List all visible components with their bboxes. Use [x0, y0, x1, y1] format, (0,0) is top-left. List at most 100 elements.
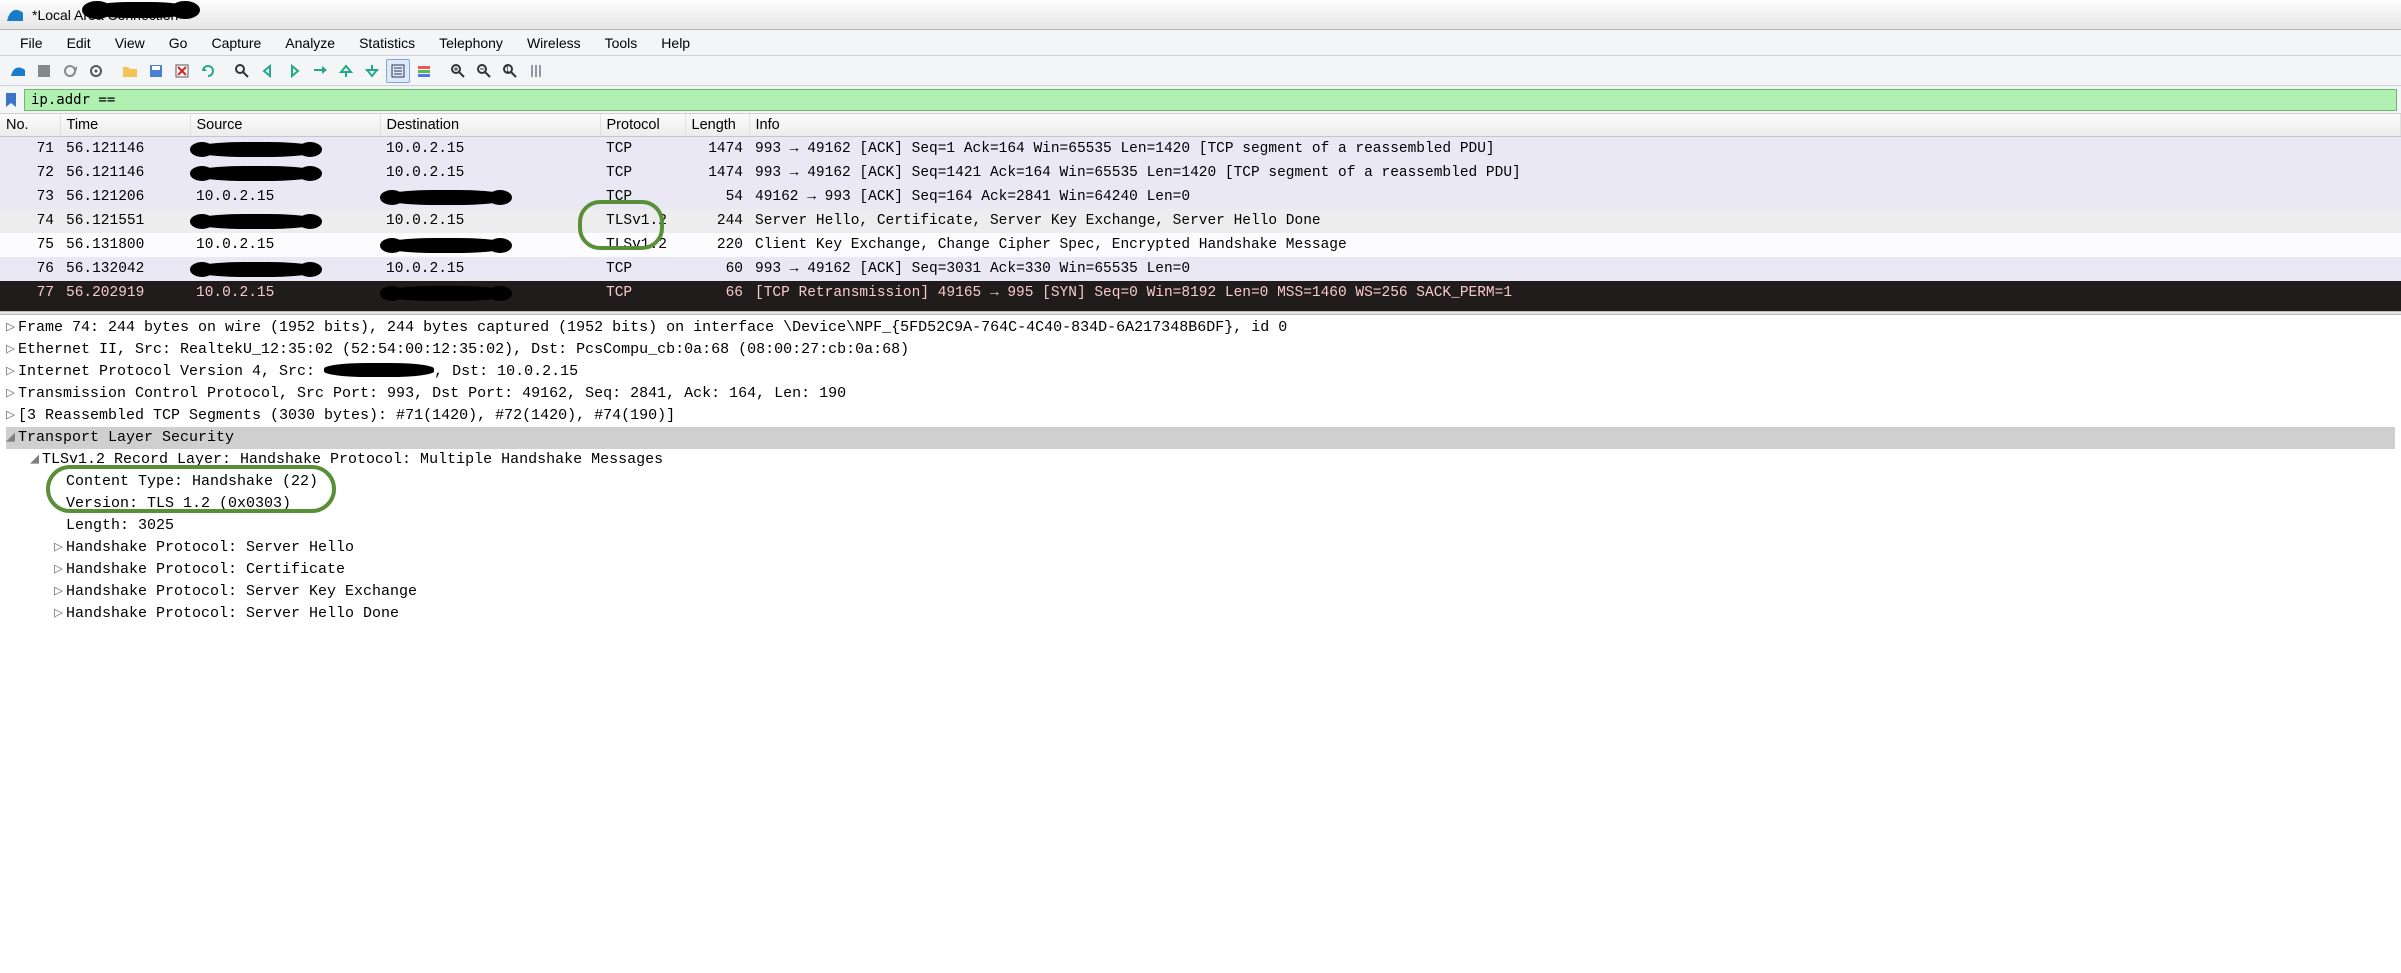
menu-capture[interactable]: Capture: [199, 33, 273, 53]
zoom-reset-icon[interactable]: 1: [498, 59, 522, 83]
packet-list-pane[interactable]: No. Time Source Destination Protocol Len…: [0, 114, 2401, 311]
colorize-icon[interactable]: [412, 59, 436, 83]
go-last-icon[interactable]: [360, 59, 384, 83]
go-back-icon[interactable]: [256, 59, 280, 83]
cell-protocol: TCP: [600, 281, 685, 305]
menu-statistics[interactable]: Statistics: [347, 33, 427, 53]
detail-content-type[interactable]: Content Type: Handshake (22): [6, 471, 2395, 493]
cell-protocol: TCP: [600, 137, 685, 162]
filter-bar: [0, 86, 2401, 114]
cell-destination: 10.0.2.15: [380, 257, 600, 281]
packet-row[interactable]: 7156.12114610.0.2.15TCP1474993 → 49162 […: [0, 137, 2401, 162]
redaction-mark: [386, 286, 506, 301]
redaction-mark: [324, 363, 434, 377]
redaction-mark: [386, 238, 506, 253]
detail-hs-server-hello[interactable]: ▷Handshake Protocol: Server Hello: [6, 537, 2395, 559]
zoom-out-icon[interactable]: [472, 59, 496, 83]
save-file-icon[interactable]: [144, 59, 168, 83]
title-bar: *Local Area Connection: [0, 0, 2401, 30]
packet-details-pane[interactable]: ▷Frame 74: 244 bytes on wire (1952 bits)…: [0, 315, 2401, 627]
col-time[interactable]: Time: [60, 114, 190, 137]
cell-info: 49162 → 993 [ACK] Seq=164 Ack=2841 Win=6…: [749, 185, 2401, 209]
find-packet-icon[interactable]: [230, 59, 254, 83]
cell-source: [190, 161, 380, 185]
auto-scroll-icon[interactable]: [386, 59, 410, 83]
start-capture-icon[interactable]: [6, 59, 30, 83]
detail-tls-record[interactable]: ◢TLSv1.2 Record Layer: Handshake Protoco…: [6, 449, 2395, 471]
go-first-icon[interactable]: [334, 59, 358, 83]
menu-help[interactable]: Help: [649, 33, 702, 53]
restart-capture-icon[interactable]: [58, 59, 82, 83]
cell-no: 74: [0, 209, 60, 233]
col-source[interactable]: Source: [190, 114, 380, 137]
menu-go[interactable]: Go: [157, 33, 200, 53]
menu-edit[interactable]: Edit: [55, 33, 103, 53]
cell-length: 1474: [685, 137, 749, 162]
detail-hs-server-key-exchange[interactable]: ▷Handshake Protocol: Server Key Exchange: [6, 581, 2395, 603]
packet-list-header[interactable]: No. Time Source Destination Protocol Len…: [0, 114, 2401, 137]
cell-source: 10.0.2.15: [190, 281, 380, 305]
col-info[interactable]: Info: [749, 114, 2401, 137]
cell-length: 220: [685, 233, 749, 257]
display-filter-input[interactable]: [24, 89, 2397, 111]
detail-frame[interactable]: ▷Frame 74: 244 bytes on wire (1952 bits)…: [6, 317, 2395, 339]
cell-destination: 10.0.2.15: [380, 137, 600, 162]
cell-no: 73: [0, 185, 60, 209]
stop-capture-icon[interactable]: [32, 59, 56, 83]
cell-protocol: TLSv1.2: [600, 209, 685, 233]
close-file-icon[interactable]: [170, 59, 194, 83]
col-protocol[interactable]: Protocol: [600, 114, 685, 137]
menu-wireless[interactable]: Wireless: [515, 33, 593, 53]
zoom-in-icon[interactable]: [446, 59, 470, 83]
packet-row[interactable]: 7456.12155110.0.2.15TLSv1.2244Server Hel…: [0, 209, 2401, 233]
packet-row[interactable]: 7656.13204210.0.2.15TCP60993 → 49162 [AC…: [0, 257, 2401, 281]
menu-view[interactable]: View: [103, 33, 157, 53]
menu-telephony[interactable]: Telephony: [427, 33, 515, 53]
cell-source: 10.0.2.15: [190, 233, 380, 257]
svg-text:1: 1: [505, 65, 510, 74]
cell-destination: [380, 185, 600, 209]
reload-icon[interactable]: [196, 59, 220, 83]
redaction-mark: [196, 166, 316, 181]
packet-row[interactable]: 7356.12120610.0.2.15TCP5449162 → 993 [AC…: [0, 185, 2401, 209]
cell-no: 77: [0, 281, 60, 305]
menu-file[interactable]: File: [8, 33, 55, 53]
packet-row-clipped: [0, 305, 2401, 311]
detail-hs-certificate[interactable]: ▷Handshake Protocol: Certificate: [6, 559, 2395, 581]
detail-length[interactable]: Length: 3025: [6, 515, 2395, 537]
capture-options-icon[interactable]: [84, 59, 108, 83]
cell-info: Client Key Exchange, Change Cipher Spec,…: [749, 233, 2401, 257]
cell-source: 10.0.2.15: [190, 185, 380, 209]
detail-hs-server-hello-done[interactable]: ▷Handshake Protocol: Server Hello Done: [6, 603, 2395, 625]
resize-columns-icon[interactable]: [524, 59, 548, 83]
col-no[interactable]: No.: [0, 114, 60, 137]
packet-row[interactable]: 7256.12114610.0.2.15TCP1474993 → 49162 […: [0, 161, 2401, 185]
menu-analyze[interactable]: Analyze: [273, 33, 347, 53]
go-to-packet-icon[interactable]: [308, 59, 332, 83]
packet-list-table[interactable]: No. Time Source Destination Protocol Len…: [0, 114, 2401, 311]
cell-source: [190, 257, 380, 281]
redaction-mark: [196, 214, 316, 229]
cell-destination: [380, 233, 600, 257]
packet-row[interactable]: 7756.20291910.0.2.15TCP66[TCP Retransmis…: [0, 281, 2401, 305]
packet-row[interactable]: 7556.13180010.0.2.15TLSv1.2220Client Key…: [0, 233, 2401, 257]
cell-length: 60: [685, 257, 749, 281]
cell-length: 244: [685, 209, 749, 233]
detail-reassembled[interactable]: ▷[3 Reassembled TCP Segments (3030 bytes…: [6, 405, 2395, 427]
redaction-mark: [196, 262, 316, 277]
cell-info: Server Hello, Certificate, Server Key Ex…: [749, 209, 2401, 233]
col-destination[interactable]: Destination: [380, 114, 600, 137]
detail-ip[interactable]: ▷Internet Protocol Version 4, Src: , Dst…: [6, 361, 2395, 383]
col-length[interactable]: Length: [685, 114, 749, 137]
cell-no: 76: [0, 257, 60, 281]
menu-tools[interactable]: Tools: [593, 33, 650, 53]
detail-ethernet[interactable]: ▷Ethernet II, Src: RealtekU_12:35:02 (52…: [6, 339, 2395, 361]
detail-tcp[interactable]: ▷Transmission Control Protocol, Src Port…: [6, 383, 2395, 405]
detail-tls[interactable]: ◢Transport Layer Security: [6, 427, 2395, 449]
cell-time: 56.202919: [60, 281, 190, 305]
filter-bookmark-icon[interactable]: [4, 92, 20, 108]
go-forward-icon[interactable]: [282, 59, 306, 83]
detail-version[interactable]: Version: TLS 1.2 (0x0303): [6, 493, 2395, 515]
cell-length: 54: [685, 185, 749, 209]
open-file-icon[interactable]: [118, 59, 142, 83]
